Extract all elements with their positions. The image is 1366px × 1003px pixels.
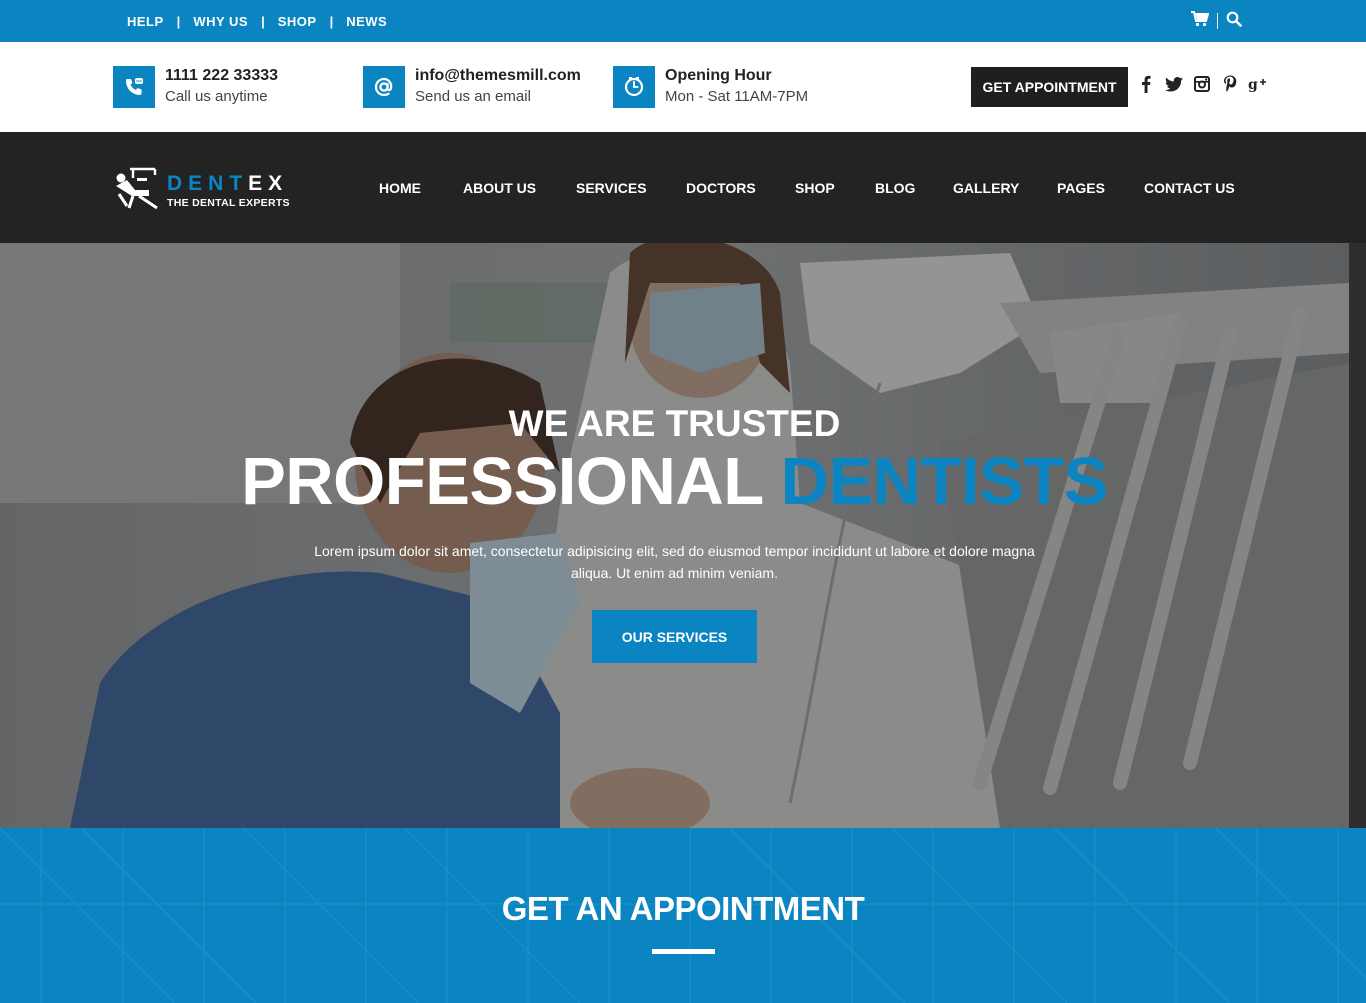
- appointment-section: GET AN APPOINTMENT: [0, 828, 1366, 1003]
- google-plus-icon[interactable]: g: [1248, 74, 1267, 94]
- top-icons: [1191, 0, 1242, 42]
- hero-description-line-1: Lorem ipsum dolor sit amet, consectetur …: [314, 543, 1035, 559]
- hero-kicker: WE ARE TRUSTED: [508, 403, 841, 444]
- top-link-shop[interactable]: SHOP: [278, 14, 317, 29]
- hero-title-blue: DENTISTS: [780, 444, 1109, 519]
- hero-description: Lorem ipsum dolor sit amet, consectetur …: [280, 540, 1069, 584]
- cart-icon[interactable]: [1191, 10, 1210, 32]
- logo-tagline: THE DENTAL EXPERTS: [167, 197, 290, 209]
- top-bar: HELP | WHY US | SHOP | NEWS: [0, 0, 1366, 42]
- get-appointment-button[interactable]: GET APPOINTMENT: [971, 67, 1128, 107]
- phone-number[interactable]: 1111 222 33333: [165, 66, 278, 86]
- top-link-help[interactable]: HELP: [127, 14, 164, 29]
- hero-banner: WE ARE TRUSTED PROFESSIONAL DENTISTS Lor…: [0, 243, 1349, 828]
- clock-icon: [613, 66, 655, 108]
- appointment-title-underline: [652, 949, 715, 954]
- top-link-separator: |: [329, 13, 334, 29]
- at-icon: [363, 66, 405, 108]
- email-address[interactable]: info@themesmill.com: [415, 66, 581, 86]
- twitter-icon[interactable]: [1164, 74, 1183, 94]
- contact-email-text: info@themesmill.com Send us an email: [415, 66, 581, 108]
- contact-hours-text: Opening Hour Mon - Sat 11AM-7PM: [665, 66, 808, 108]
- contact-phone: 1111 222 33333 Call us anytime: [113, 66, 278, 108]
- hero-description-line-2: aliqua. Ut enim ad minim veniam.: [571, 565, 778, 581]
- phone-caption: Call us anytime: [165, 88, 268, 105]
- svg-text:g: g: [1248, 77, 1258, 93]
- email-caption: Send us an email: [415, 88, 531, 105]
- logo[interactable]: DENTEX THE DENTAL EXPERTS: [113, 166, 290, 216]
- nav-item-services[interactable]: SERVICES: [576, 180, 647, 196]
- logo-text: DENTEX THE DENTAL EXPERTS: [167, 173, 290, 210]
- nav-item-pages[interactable]: PAGES: [1057, 180, 1105, 196]
- top-link-why-us[interactable]: WHY US: [193, 14, 248, 29]
- nav-item-home[interactable]: HOME: [379, 180, 421, 196]
- nav-item-gallery[interactable]: GALLERY: [953, 180, 1019, 196]
- top-icons-divider: [1217, 13, 1218, 29]
- hero-overlay: [0, 243, 1349, 828]
- phone-icon: [113, 66, 155, 108]
- top-link-separator: |: [176, 13, 181, 29]
- instagram-icon[interactable]: [1192, 74, 1211, 94]
- search-icon[interactable]: [1226, 11, 1242, 32]
- nav-item-about-us[interactable]: ABOUT US: [463, 180, 536, 196]
- contact-phone-text: 1111 222 33333 Call us anytime: [165, 66, 278, 108]
- social-links: g: [1136, 74, 1267, 94]
- main-navigation: DENTEX THE DENTAL EXPERTS HOME ABOUT US …: [0, 132, 1366, 243]
- nav-item-doctors[interactable]: DOCTORS: [686, 180, 756, 196]
- hero-title: PROFESSIONAL DENTISTS: [0, 443, 1349, 520]
- pinterest-icon[interactable]: [1220, 74, 1239, 94]
- logo-name-white: EX: [248, 172, 289, 195]
- contact-strip: 1111 222 33333 Call us anytime info@them…: [0, 42, 1366, 132]
- top-links: HELP | WHY US | SHOP | NEWS: [127, 0, 387, 42]
- nav-item-shop[interactable]: SHOP: [795, 180, 835, 196]
- nav-item-contact-us[interactable]: CONTACT US: [1144, 180, 1235, 196]
- contact-hours: Opening Hour Mon - Sat 11AM-7PM: [613, 66, 808, 108]
- scrollbar[interactable]: [1349, 243, 1366, 828]
- dental-chair-icon: [113, 166, 158, 216]
- logo-name-blue: DENT: [167, 172, 249, 195]
- nav-item-blog[interactable]: BLOG: [875, 180, 915, 196]
- appointment-title: GET AN APPOINTMENT: [501, 890, 865, 927]
- top-link-separator: |: [261, 13, 265, 29]
- logo-name: DENTEX: [167, 173, 290, 195]
- top-link-news[interactable]: NEWS: [346, 14, 387, 29]
- hero-title-white: PROFESSIONAL: [241, 444, 763, 519]
- hours-caption: Mon - Sat 11AM-7PM: [665, 88, 809, 105]
- facebook-icon[interactable]: [1136, 74, 1155, 94]
- contact-email: info@themesmill.com Send us an email: [363, 66, 581, 108]
- hours-title: Opening Hour: [665, 67, 772, 84]
- our-services-button[interactable]: OUR SERVICES: [592, 610, 757, 663]
